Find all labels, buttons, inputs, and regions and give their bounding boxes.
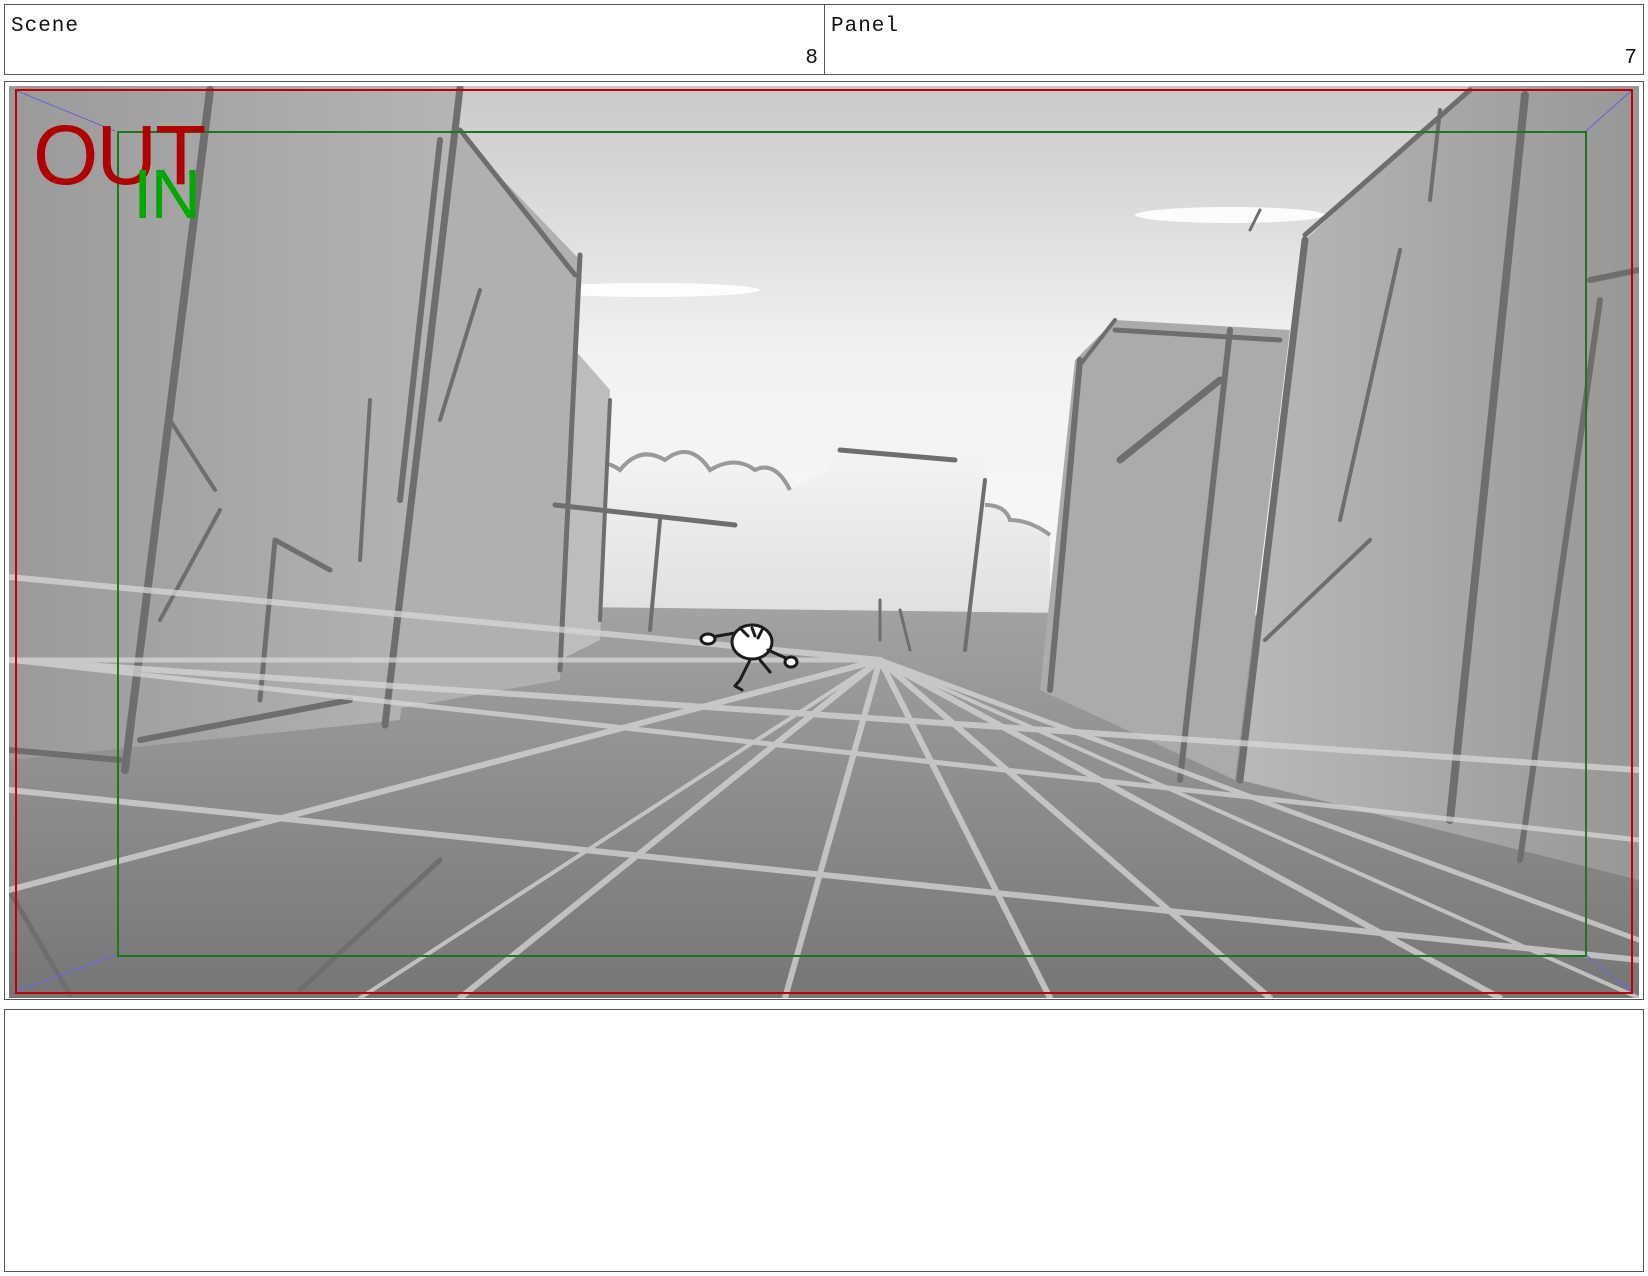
in-field-label: IN [133,155,201,233]
notes-box[interactable] [4,1009,1644,1272]
cloud [1135,207,1325,223]
